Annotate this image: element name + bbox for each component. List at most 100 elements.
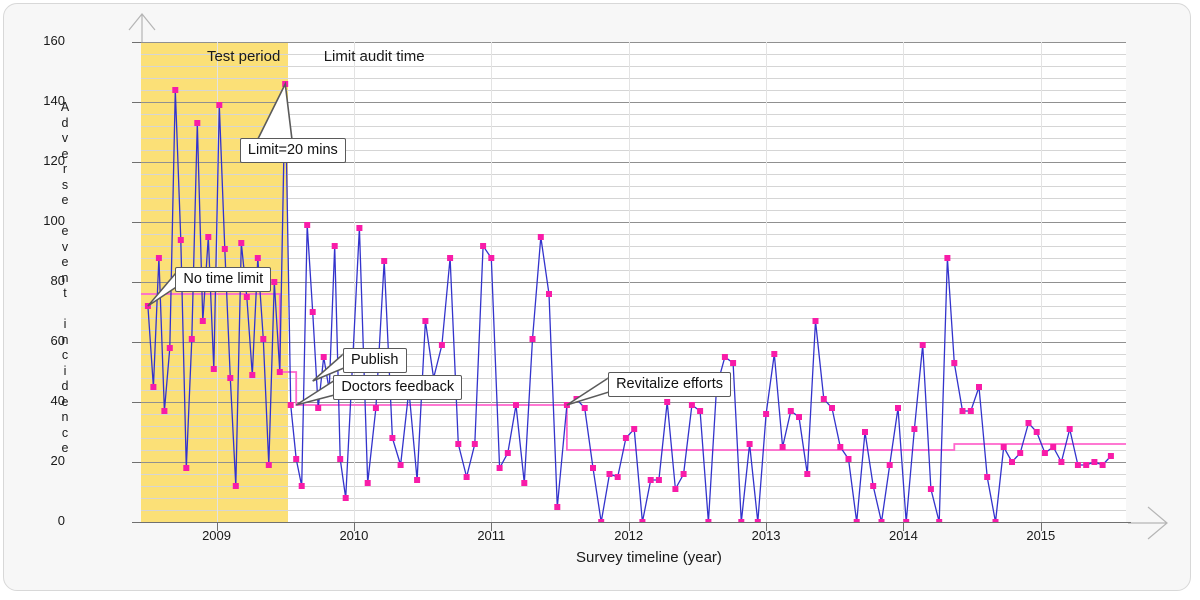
data-point-marker [155, 255, 162, 261]
data-point-marker [754, 519, 761, 522]
data-point-marker [992, 519, 999, 522]
data-point-marker [631, 426, 638, 432]
data-point-marker [688, 402, 695, 408]
x-axis-label: Survey timeline (year) [576, 549, 722, 566]
data-point-marker [287, 402, 294, 408]
data-point-marker [221, 246, 228, 252]
data-point-marker [837, 444, 844, 450]
data-point-marker [372, 405, 379, 411]
data-point-marker [177, 237, 184, 243]
data-point-marker [546, 291, 552, 297]
data-point-marker [521, 480, 528, 486]
data-point-marker [320, 354, 327, 360]
y-tick-label: 20 [50, 453, 65, 468]
data-point-marker [260, 336, 267, 342]
data-point-marker [672, 486, 679, 492]
data-point-marker [414, 477, 421, 483]
data-point-marker [293, 456, 300, 462]
y-tick-label: 100 [43, 213, 65, 228]
data-point-marker [232, 483, 239, 489]
data-point-marker [853, 519, 860, 522]
data-point-marker [480, 243, 487, 249]
data-point-marker [309, 309, 316, 315]
data-point-marker [944, 255, 951, 261]
y-tick-mark [132, 402, 141, 403]
data-point-marker [183, 465, 190, 471]
data-point-marker [150, 384, 157, 390]
y-tick-mark [132, 282, 141, 283]
data-point-marker [455, 441, 462, 447]
data-point-marker [664, 399, 671, 405]
data-point-marker [1083, 462, 1090, 468]
data-point-marker [936, 519, 943, 522]
data-point-marker [563, 402, 570, 408]
data-point-marker [771, 351, 778, 357]
data-point-marker [513, 402, 519, 408]
data-point-marker [614, 474, 621, 480]
data-point-marker [927, 486, 934, 492]
data-point-marker [598, 519, 605, 522]
data-point-marker [746, 441, 753, 447]
data-point-marker [496, 465, 503, 471]
x-tick-mark [903, 522, 904, 531]
data-point-marker [878, 519, 885, 522]
x-tick-mark [1041, 522, 1042, 531]
data-point-marker [1041, 450, 1048, 456]
data-point-marker [216, 102, 223, 108]
data-point-marker [967, 408, 974, 414]
x-tick-mark [354, 522, 355, 531]
data-point-marker [796, 414, 802, 420]
data-point-marker [265, 462, 272, 468]
data-point-marker [919, 342, 926, 348]
y-tick-label: 40 [50, 393, 65, 408]
data-point-marker [271, 279, 278, 285]
data-point-marker [590, 465, 596, 471]
data-point-marker [471, 441, 478, 447]
y-tick-label: 160 [43, 33, 65, 48]
y-tick-mark [132, 222, 141, 223]
x-tick-mark [766, 522, 767, 531]
data-point-marker [381, 258, 388, 264]
data-point-marker [870, 483, 877, 489]
data-point-marker [342, 495, 349, 501]
data-point-marker [721, 354, 728, 360]
data-point-marker [763, 411, 770, 417]
data-point-marker [529, 336, 536, 342]
y-tick-mark [132, 162, 141, 163]
data-point-marker [298, 483, 305, 489]
annotation-revitalize-efforts[interactable]: Revitalize efforts [608, 372, 731, 397]
data-point-marker [161, 408, 168, 414]
data-point-marker [622, 435, 629, 441]
data-point-marker [238, 240, 245, 246]
data-point-marker [787, 408, 794, 414]
data-point-marker [304, 222, 311, 228]
x-tick-mark [217, 522, 218, 531]
data-point-marker [243, 294, 250, 300]
annotation-publish[interactable]: Publish [342, 348, 407, 373]
data-point-marker [804, 471, 811, 477]
data-point-marker [1050, 444, 1057, 450]
data-point-marker [1074, 462, 1081, 468]
data-point-marker [1099, 462, 1106, 468]
data-point-marker [1017, 450, 1024, 456]
data-point-marker [911, 426, 918, 432]
x-tick-mark [491, 522, 492, 531]
chart-frame: Adverse event incidence Test period Limi… [3, 3, 1191, 591]
y-tick-mark [132, 102, 141, 103]
data-point-marker [276, 369, 283, 375]
data-point-marker [554, 504, 561, 510]
plot-clip [141, 42, 1126, 522]
data-point-marker [205, 234, 212, 240]
data-point-marker [730, 360, 737, 366]
x-axis-line [141, 522, 1131, 523]
annotation-no-time-limit[interactable]: No time limit [175, 267, 272, 292]
data-point-marker [422, 318, 429, 324]
data-point-marker [1107, 453, 1114, 459]
annotation-limit-20-mins[interactable]: Limit=20 mins [239, 138, 346, 163]
section-label-test-period: Test period [206, 48, 281, 65]
annotation-doctors-feedback[interactable]: Doctors feedback [333, 375, 463, 400]
data-point-marker [188, 336, 195, 342]
data-point-marker [779, 444, 786, 450]
data-point-marker [845, 456, 852, 462]
data-point-marker [647, 477, 654, 483]
